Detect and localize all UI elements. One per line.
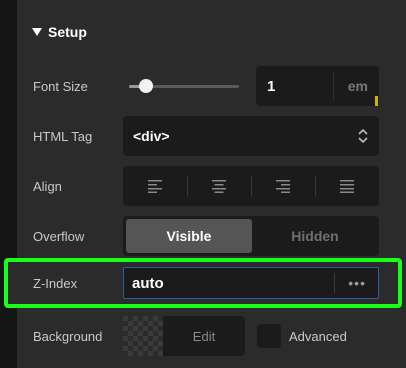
font-size-row: Font Size 1 em	[17, 66, 406, 106]
align-right-icon	[276, 180, 290, 193]
z-index-value: auto	[132, 274, 164, 292]
advanced-label: Advanced	[289, 328, 347, 344]
align-row: Align	[17, 166, 406, 206]
font-size-label: Font Size	[33, 78, 88, 94]
advanced-checkbox[interactable]	[257, 324, 281, 348]
html-tag-value: <div>	[133, 128, 170, 144]
font-size-input[interactable]: 1 em	[256, 66, 379, 106]
align-left-icon	[148, 180, 162, 193]
overflow-visible-option[interactable]: Visible	[126, 219, 252, 253]
overflow-label: Overflow	[33, 228, 85, 244]
html-tag-row: HTML Tag <div>	[17, 116, 406, 156]
section-toggle-setup[interactable]: Setup	[32, 22, 87, 42]
more-options-icon[interactable]: •••	[348, 268, 366, 298]
align-right-button[interactable]	[251, 166, 315, 206]
background-edit-button[interactable]: Edit	[163, 316, 245, 356]
align-center-button[interactable]	[187, 166, 251, 206]
overflow-hidden-option[interactable]: Hidden	[254, 219, 376, 253]
chevron-updown-icon	[358, 128, 368, 144]
align-justify-button[interactable]	[315, 166, 379, 206]
divider	[334, 273, 335, 293]
align-label: Align	[33, 178, 62, 194]
z-index-input[interactable]: auto •••	[123, 267, 379, 299]
background-row: Background Edit Advanced	[17, 316, 406, 356]
z-index-label: Z-Index	[33, 275, 78, 291]
settings-panel: Setup Font Size 1 em HTML Tag <div> Alig…	[17, 0, 406, 368]
background-label: Background	[33, 328, 103, 344]
section-title: Setup	[48, 24, 87, 40]
html-tag-label: HTML Tag	[33, 128, 93, 144]
divider	[333, 72, 334, 100]
overflow-segmented-control: Visible Hidden	[123, 216, 379, 256]
indicator-mark	[375, 96, 378, 106]
font-size-unit[interactable]: em	[348, 66, 368, 106]
align-center-icon	[212, 180, 226, 193]
align-left-button[interactable]	[123, 166, 187, 206]
caret-down-icon	[32, 28, 42, 36]
html-tag-select[interactable]: <div>	[123, 116, 379, 156]
align-justify-icon	[340, 180, 354, 193]
align-button-group	[123, 166, 379, 206]
slider-thumb[interactable]	[138, 79, 153, 93]
overflow-row: Overflow Visible Hidden	[17, 216, 406, 256]
background-swatch[interactable]	[123, 316, 163, 356]
font-size-value: 1	[267, 77, 276, 95]
